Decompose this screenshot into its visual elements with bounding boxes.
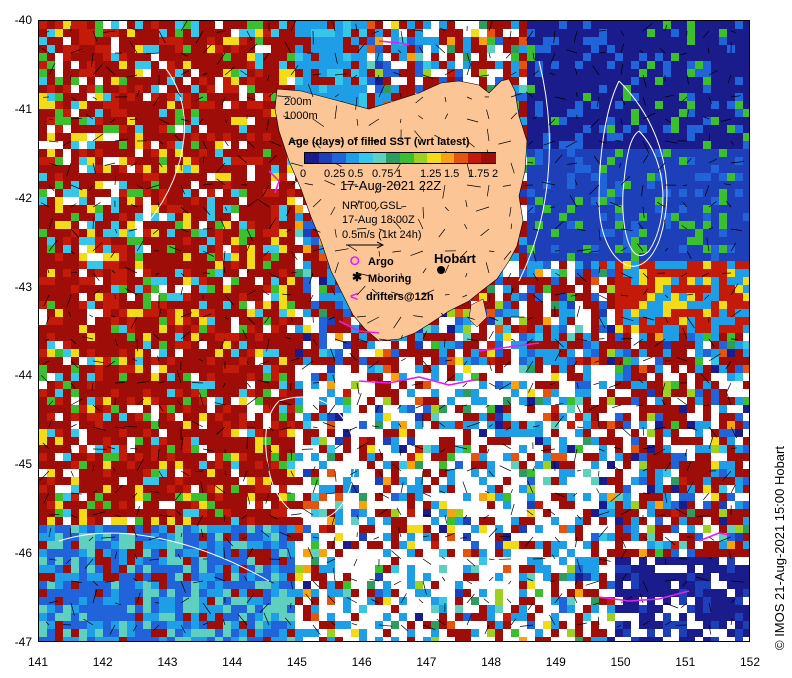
colorbar-swatch	[332, 153, 347, 163]
colorbar-swatch	[467, 153, 483, 163]
model-name: NRT00 GSL	[342, 200, 402, 212]
argo-label: Argo	[368, 256, 394, 268]
colorbar-swatch	[413, 153, 429, 163]
sst-map	[38, 20, 750, 642]
lat-tick-label: -46	[14, 546, 32, 561]
argo-icon: ⭘	[350, 254, 360, 268]
colorbar-tick-label: 1.75	[468, 168, 490, 180]
lon-tick-label: 151	[675, 655, 696, 669]
lon-tick-label: 146	[351, 655, 372, 669]
model-time: 17-Aug 18:00Z	[342, 214, 415, 226]
lat-tick-label: -41	[14, 101, 32, 116]
lat-tick-label: -44	[14, 368, 32, 383]
colorbar-title: Age (days) of filled SST (wrt latest)	[288, 136, 470, 148]
lon-tick-label: 149	[545, 655, 566, 669]
map-date: 17-Aug-2021 22Z	[340, 178, 442, 193]
colorbar-swatch	[318, 153, 334, 163]
colorbar-swatch	[345, 153, 361, 163]
drifter-icon: <	[350, 288, 359, 304]
lat-tick-label: -47	[14, 635, 32, 649]
colorbar	[304, 152, 496, 164]
arrow-scale-icon	[346, 241, 385, 249]
lat-tick-label: -45	[14, 457, 32, 472]
colorbar-swatch	[440, 153, 456, 163]
colorbar-tick-label: 2	[492, 168, 499, 180]
city-marker-icon	[437, 266, 445, 274]
colorbar-swatch	[386, 153, 401, 163]
lon-tick-label: 152	[739, 655, 761, 669]
sst-map-canvas	[39, 21, 749, 641]
colorbar-swatch	[372, 153, 388, 163]
lon-tick-label: 150	[610, 655, 631, 669]
lon-tick-label: 142	[92, 655, 113, 669]
depth-200-label: 200m	[284, 96, 312, 108]
drifters-label: drifters@12h	[366, 291, 434, 303]
city-label: Hobart	[434, 251, 476, 266]
mooring-label: Mooring	[368, 273, 412, 285]
lon-tick-label: 141	[27, 655, 49, 669]
depth-1000-label: 1000m	[284, 110, 318, 122]
lon-tick-label: 147	[416, 655, 437, 669]
colorbar-swatch	[400, 153, 415, 163]
colorbar-swatch	[359, 153, 374, 163]
lon-tick-label: 145	[286, 655, 307, 669]
lon-tick-label: 144	[222, 655, 243, 669]
colorbar-swatch	[454, 153, 469, 163]
colorbar-swatch	[305, 153, 320, 163]
lat-tick-label: -43	[14, 279, 32, 294]
colorbar-tick-label: 0	[300, 168, 307, 180]
lon-tick-label: 148	[481, 655, 502, 669]
colorbar-swatch	[427, 153, 442, 163]
colorbar-swatch	[481, 153, 496, 163]
copyright-text: © IMOS 21-Aug-2021 15:00 Hobart	[772, 446, 787, 650]
lat-tick-label: -42	[14, 190, 32, 205]
lon-tick-label: 143	[157, 655, 178, 669]
colorbar-tick-label: 1.5	[444, 168, 460, 180]
lat-tick-label: -40	[14, 13, 32, 27]
mooring-icon: ✱	[352, 270, 363, 284]
